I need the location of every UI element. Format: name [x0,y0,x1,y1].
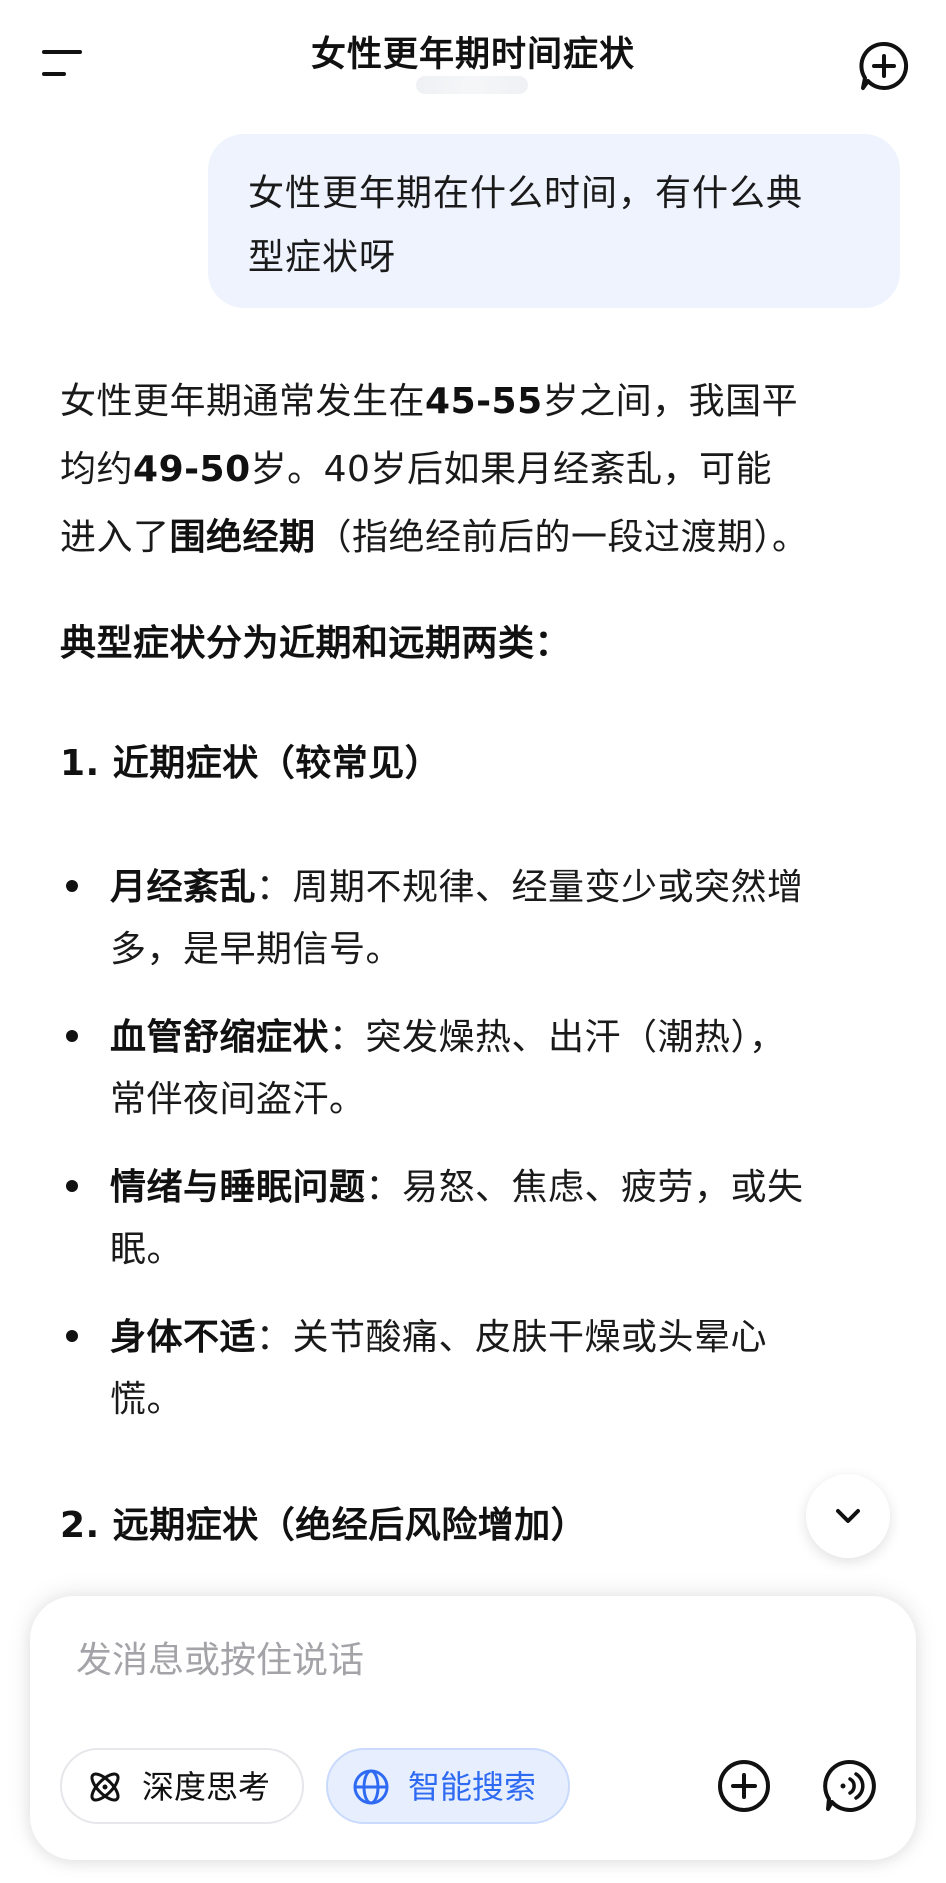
bold-text: 45-55 [425,381,543,422]
user-message-line: 型症状呀 [248,237,397,278]
answer-line: 女性更年期通常发生在45-55岁之间，我国平 [60,368,898,436]
smart-search-label: 智能搜索 [408,1768,537,1806]
deep-think-label: 深度思考 [142,1768,271,1806]
text: （指绝经前后的一段过渡期）。 [315,517,809,558]
bullet [66,880,78,892]
voice-wave-icon [823,1759,876,1812]
page-title: 女性更年期时间症状 [310,35,635,75]
item-text: 眠。 [110,1229,184,1270]
item-label: 月经紊乱 [110,867,257,908]
text: 女性更年期通常发生在 [60,381,426,422]
types-heading: 典型症状分为近期和远期两类： [60,623,572,664]
item-text: ：周期不规律、经量变少或突然增 [256,867,804,908]
section-heading-1: 1. 近期症状（较常见） [60,743,442,784]
list-item: 情绪与睡眠问题：易怒、焦虑、疲劳，或失 眠。 [110,1157,900,1281]
item-label: 情绪与睡眠问题 [110,1167,366,1208]
plus-circle-icon [718,1760,770,1812]
new-chat-button[interactable] [856,38,912,94]
new-chat-icon [859,41,909,90]
menu-icon-line [42,72,66,76]
section-heading-2: 2. 远期症状（绝经后风险增加） [60,1505,588,1546]
chevron-down-icon [836,1509,860,1523]
item-text: 慌。 [110,1379,184,1420]
item-text: ：易怒、焦虑、疲劳，或失 [365,1167,804,1208]
bullet [66,1330,78,1342]
bullet [66,1030,78,1042]
item-text: ：关节酸痛、皮肤干燥或头晕心 [256,1317,768,1358]
message-input[interactable] [76,1630,836,1690]
list-item: 月经紊乱：周期不规律、经量变少或突然增 多，是早期信号。 [110,857,900,981]
globe-icon [353,1769,389,1805]
user-message-line: 女性更年期在什么时间，有什么典 [248,173,804,214]
atom-icon [90,1772,120,1802]
voice-call-button[interactable] [810,1746,890,1826]
list-item: 身体不适：关节酸痛、皮肤干燥或头晕心 慌。 [110,1307,900,1431]
answer-line: 进入了围绝经期（指绝经前后的一段过渡期）。 [60,504,898,572]
text: 均约 [60,449,134,490]
menu-icon [42,50,82,54]
scroll-down-button[interactable] [806,1474,890,1558]
text: 进入了 [60,517,170,558]
composer: 深度思考 智能搜索 [30,1596,916,1860]
chat-screen: 女性更年期时间症状 女性更年期在什么时间，有什么典 型症状呀 女性更年期通常发生… [0,0,946,1883]
bold-text: 49-50 [133,449,251,490]
bullet [66,1180,78,1192]
bold-text: 围绝经期 [169,517,316,558]
subtitle-placeholder [416,76,528,94]
text: 岁。40岁后如果月经紊乱，可能 [250,449,772,490]
item-label: 身体不适 [110,1317,257,1358]
deep-think-button[interactable]: 深度思考 [60,1748,304,1824]
text: 岁之间，我国平 [542,381,799,422]
item-text: 多，是早期信号。 [110,929,403,970]
list-item: 血管舒缩症状：突发燥热、出汗（潮热）， 常伴夜间盗汗。 [110,1007,900,1131]
menu-button[interactable] [34,38,90,88]
user-message-bubble: 女性更年期在什么时间，有什么典 型症状呀 [208,134,900,308]
assistant-answer: 女性更年期通常发生在45-55岁之间，我国平 均约49-50岁。40岁后如果月经… [60,368,898,572]
header: 女性更年期时间症状 [0,0,946,120]
item-text: 常伴夜间盗汗。 [110,1079,366,1120]
smart-search-button[interactable]: 智能搜索 [326,1748,570,1824]
item-text: ：突发燥热、出汗（潮热）， [329,1017,786,1058]
item-label: 血管舒缩症状 [110,1017,330,1058]
answer-line: 均约49-50岁。40岁后如果月经紊乱，可能 [60,436,898,504]
attach-button[interactable] [704,1746,784,1826]
